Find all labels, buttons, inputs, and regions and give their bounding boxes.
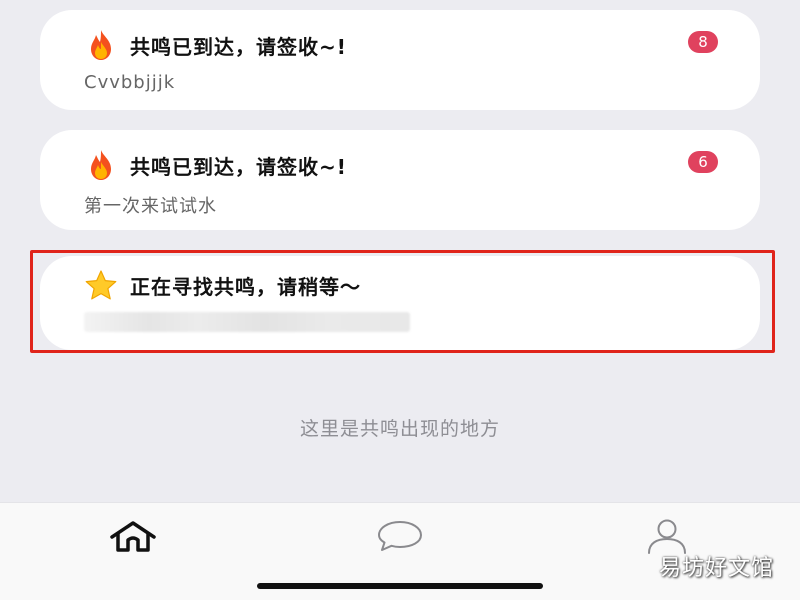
card-subtitle: 第一次来试试水 [84, 196, 217, 217]
notification-card-2[interactable]: 共鸣已到达，请签收~! 第一次来试试水 6 [40, 130, 760, 230]
card-title-row: 共鸣已到达，请签收~! [84, 28, 347, 62]
home-icon [108, 519, 158, 557]
card-title: 共鸣已到达，请签收~! [130, 34, 347, 59]
unread-count-badge: 8 [688, 31, 718, 53]
notification-card-1[interactable]: 共鸣已到达，请签收~! Cvvbbjjjk 8 [40, 10, 760, 110]
fire-icon [84, 28, 118, 62]
tab-home[interactable] [103, 513, 163, 563]
highlight-annotation-box [30, 250, 775, 353]
fire-icon [84, 148, 118, 182]
unread-count-badge: 6 [688, 151, 718, 173]
card-title: 共鸣已到达，请签收~! [130, 154, 347, 179]
watermark: 易坊好文馆 [658, 556, 774, 581]
card-title-row: 共鸣已到达，请签收~! [84, 148, 347, 182]
empty-hint: 这里是共鸣出现的地方 [299, 418, 500, 440]
card-subtitle: Cvvbbjjjk [84, 72, 176, 93]
tab-messages[interactable] [370, 513, 430, 563]
chat-bubble-icon [374, 519, 426, 557]
home-indicator [257, 583, 543, 589]
